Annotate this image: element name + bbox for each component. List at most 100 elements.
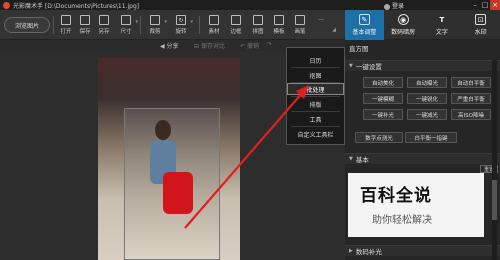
tab-darkroom[interactable]: ◉ 数码暗房	[384, 10, 423, 40]
more-dropdown-menu: 日历 抠图 批处理 排版 工具 自定义工具栏	[286, 47, 345, 145]
save-icon	[80, 15, 90, 25]
undo-button[interactable]: ↶ 撤销	[240, 41, 259, 50]
reduce-light-button[interactable]: 一键减光	[407, 109, 447, 120]
brush-button[interactable]: 画笔	[291, 13, 309, 37]
adjust-icon: ✎	[358, 14, 370, 25]
tab-label: 基本调整	[352, 29, 377, 36]
brush-icon	[295, 15, 305, 25]
open-label: 打开	[60, 29, 72, 35]
collapse-icon: ▼	[349, 63, 353, 69]
one-click-blur-button[interactable]: 一键模糊	[363, 93, 403, 104]
right-panel-scrollbar[interactable]	[492, 60, 497, 260]
photo-subject-head	[155, 120, 171, 140]
chevron-down-icon[interactable]: ▾	[190, 19, 193, 25]
main-toolbar: 浏览图片 打开 保存 另存 尺寸 ▾ 裁剪 ▾ ↻ 旋转 ▾ 素材 边框 拼图	[0, 10, 345, 40]
text-icon: T	[439, 15, 445, 24]
sticker-icon	[209, 15, 219, 25]
chevron-down-icon[interactable]: ◢	[332, 27, 336, 33]
section-title: 基本	[355, 156, 369, 164]
collage-icon	[253, 15, 263, 25]
template-label: 模板	[273, 29, 285, 35]
tab-label: 数码暗房	[391, 29, 416, 36]
severe-white-balance-button[interactable]: 严重白平衡	[451, 93, 491, 104]
resize-button[interactable]: 尺寸 ▾	[117, 13, 138, 37]
white-balance-picker-button[interactable]: 白平衡一指键	[405, 132, 457, 143]
share-label: 分享	[166, 43, 179, 50]
save-button[interactable]: 保存	[76, 13, 94, 37]
section-digital-fill-light[interactable]: ▶ 数码补光	[345, 245, 500, 256]
camera-icon: ◉	[397, 14, 409, 25]
menu-item-layout[interactable]: 排版	[287, 98, 344, 110]
open-button[interactable]: 打开	[57, 13, 75, 37]
watermark-title: 百科全说	[360, 186, 432, 206]
minimize-button[interactable]: –	[470, 0, 480, 10]
menu-item-custom-toolbar[interactable]: 自定义工具栏	[287, 128, 344, 140]
brush-label: 画笔	[294, 29, 306, 35]
undo-label: 撤销	[246, 43, 259, 50]
border-button[interactable]: 边框	[227, 13, 245, 37]
section-title: 数码补光	[355, 248, 382, 256]
menu-divider	[291, 96, 340, 97]
menu-item-tools[interactable]: 工具	[287, 113, 344, 125]
collapse-icon: ▼	[349, 156, 353, 162]
section-basic[interactable]: ▼ 基本	[345, 153, 500, 164]
section-one-click[interactable]: ▼ 一键设置	[345, 60, 500, 71]
window-title: 光影魔术手 [D:\Documents\Pictures\11.jpg]	[13, 2, 140, 10]
close-button[interactable]: ×	[490, 0, 500, 10]
border-icon	[231, 15, 241, 25]
crop-icon	[150, 15, 160, 25]
auto-white-balance-button[interactable]: 自动白平衡	[451, 77, 491, 88]
rotate-button[interactable]: ↻ 旋转 ▾	[172, 13, 193, 37]
spot-metering-button[interactable]: 数字点测光	[355, 132, 403, 143]
menu-divider	[291, 126, 340, 127]
save-compare-button[interactable]: ⊟ 保存对比	[194, 41, 225, 50]
template-icon	[274, 15, 284, 25]
sticker-button[interactable]: 素材	[205, 13, 223, 37]
login-link[interactable]: 登录	[384, 1, 404, 10]
save-label: 保存	[79, 29, 91, 35]
tab-watermark[interactable]: ⊡ 水印	[461, 10, 500, 40]
crop-button[interactable]: 裁剪 ▾	[146, 13, 167, 37]
menu-item-cutout[interactable]: 抠图	[287, 69, 344, 81]
menu-item-calendar[interactable]: 日历	[287, 54, 344, 66]
browse-images-button[interactable]: 浏览图片	[4, 17, 50, 33]
redo-button[interactable]: ↷	[267, 41, 272, 48]
tab-basic-adjust[interactable]: ✎ 基本调整	[345, 10, 384, 40]
high-iso-denoise-button[interactable]: 高ISO降噪	[451, 109, 491, 120]
toolbar-divider	[140, 16, 141, 34]
border-label: 边框	[230, 29, 242, 35]
maximize-button[interactable]: □	[480, 0, 490, 10]
rotate-label: 旋转	[175, 29, 187, 35]
save-compare-label: 保存对比	[200, 43, 225, 50]
share-button[interactable]: ◀ 分享	[160, 41, 179, 50]
resize-label: 尺寸	[120, 29, 132, 35]
title-bar: 光影魔术手 [D:\Documents\Pictures\11.jpg] 登录 …	[0, 0, 500, 10]
menu-divider	[291, 111, 340, 112]
tab-label: 水印	[474, 29, 487, 36]
one-click-sharpen-button[interactable]: 一键锐化	[407, 93, 447, 104]
photo-red-backpack	[163, 172, 193, 214]
more-icon: ···	[318, 16, 324, 24]
chevron-down-icon[interactable]: ▾	[135, 19, 138, 25]
auto-exposure-button[interactable]: 自动曝光	[407, 77, 447, 88]
crop-label: 裁剪	[149, 29, 161, 35]
rotate-icon: ↻	[176, 15, 186, 25]
tab-text[interactable]: T 文字	[423, 10, 462, 40]
menu-item-batch[interactable]: 批处理	[287, 83, 344, 95]
more-button[interactable]: ··· ◢	[312, 13, 336, 37]
fill-light-button[interactable]: 一键补光	[363, 109, 403, 120]
auto-beautify-button[interactable]: 自动美化	[363, 77, 403, 88]
chevron-down-icon[interactable]: ▾	[164, 19, 167, 25]
collage-button[interactable]: 拼图	[249, 13, 267, 37]
template-button[interactable]: 模板	[270, 13, 288, 37]
save-as-button[interactable]: 另存	[95, 13, 113, 37]
toolbar-divider	[199, 16, 200, 34]
save-as-label: 另存	[98, 29, 110, 35]
sticker-label: 素材	[208, 29, 220, 35]
scrollbar-thumb[interactable]	[492, 180, 497, 220]
folder-icon	[61, 15, 71, 25]
app-logo-icon	[3, 1, 10, 9]
watermark-overlay: 百科全说 助你轻松解决	[348, 173, 484, 237]
window-controls: – □ ×	[470, 0, 500, 10]
menu-divider	[291, 67, 340, 68]
